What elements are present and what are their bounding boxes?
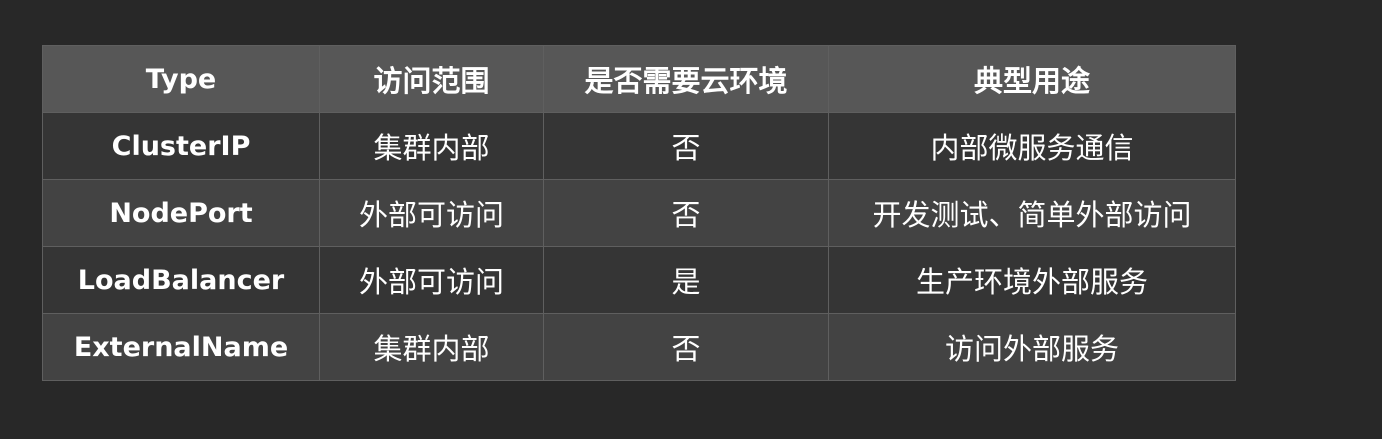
- cell-cloud-required: 否: [543, 112, 829, 180]
- cell-type: NodePort: [42, 179, 320, 247]
- column-header-access-scope: 访问范围: [319, 45, 544, 113]
- cell-cloud-required: 是: [543, 246, 829, 314]
- table-row: NodePort 外部可访问 否 开发测试、简单外部访问: [42, 179, 1236, 247]
- service-types-table-container: Type 访问范围 是否需要云环境 典型用途 ClusterIP 集群内部 否 …: [42, 45, 1236, 381]
- column-header-cloud-required: 是否需要云环境: [543, 45, 829, 113]
- cell-type: ExternalName: [42, 313, 320, 381]
- cell-typical-use: 生产环境外部服务: [828, 246, 1236, 314]
- cell-typical-use: 访问外部服务: [828, 313, 1236, 381]
- cell-typical-use: 开发测试、简单外部访问: [828, 179, 1236, 247]
- column-header-typical-use: 典型用途: [828, 45, 1236, 113]
- table-header-row: Type 访问范围 是否需要云环境 典型用途: [42, 45, 1236, 113]
- service-types-table: Type 访问范围 是否需要云环境 典型用途 ClusterIP 集群内部 否 …: [42, 45, 1236, 381]
- cell-cloud-required: 否: [543, 313, 829, 381]
- cell-access-scope: 外部可访问: [319, 246, 544, 314]
- cell-typical-use: 内部微服务通信: [828, 112, 1236, 180]
- cell-access-scope: 集群内部: [319, 112, 544, 180]
- table-row: ExternalName 集群内部 否 访问外部服务: [42, 313, 1236, 381]
- table-row: LoadBalancer 外部可访问 是 生产环境外部服务: [42, 246, 1236, 314]
- cell-type: ClusterIP: [42, 112, 320, 180]
- cell-access-scope: 外部可访问: [319, 179, 544, 247]
- cell-type: LoadBalancer: [42, 246, 320, 314]
- table-row: ClusterIP 集群内部 否 内部微服务通信: [42, 112, 1236, 180]
- cell-access-scope: 集群内部: [319, 313, 544, 381]
- column-header-type: Type: [42, 45, 320, 113]
- cell-cloud-required: 否: [543, 179, 829, 247]
